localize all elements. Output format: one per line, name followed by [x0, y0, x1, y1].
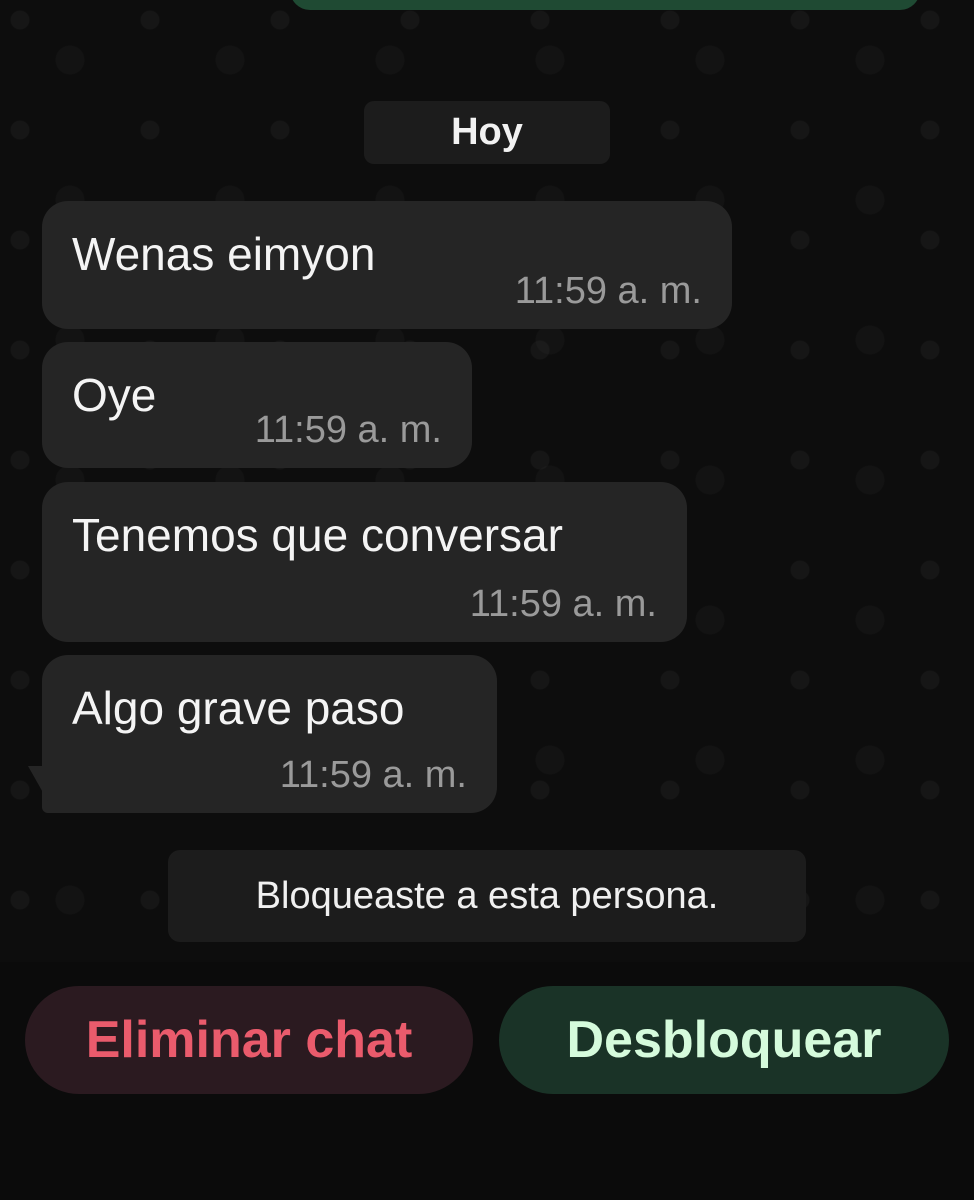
message-time: 11:59 a. m. [279, 754, 467, 796]
sent-message-bubble-partial[interactable] [290, 0, 920, 10]
message-bubble[interactable]: Algo grave paso 11:59 a. m. [42, 655, 497, 813]
blocked-notice: Bloqueaste a esta persona. [168, 850, 806, 942]
blocked-notice-text: Bloqueaste a esta persona. [255, 874, 719, 917]
message-time: 11:59 a. m. [514, 270, 702, 312]
delete-chat-button[interactable]: Eliminar chat [25, 986, 473, 1094]
chat-screen: Hoy Wenas eimyon 11:59 a. m. Oye 11:59 a… [0, 0, 974, 1200]
unblock-label: Desbloquear [566, 1011, 882, 1069]
message-time: 11:59 a. m. [254, 409, 442, 451]
message-text: Wenas eimyon [72, 228, 376, 280]
unblock-button[interactable]: Desbloquear [499, 986, 949, 1094]
message-text: Oye [72, 369, 157, 421]
message-text: Tenemos que conversar [72, 509, 563, 561]
bubble-tail [28, 766, 54, 812]
delete-chat-label: Eliminar chat [85, 1011, 413, 1069]
date-label: Hoy [451, 111, 523, 153]
message-bubble[interactable]: Tenemos que conversar 11:59 a. m. [42, 482, 687, 642]
message-bubble[interactable]: Oye 11:59 a. m. [42, 342, 472, 468]
message-text: Algo grave paso [72, 682, 405, 734]
chat-area[interactable]: Hoy Wenas eimyon 11:59 a. m. Oye 11:59 a… [0, 0, 974, 962]
date-separator: Hoy [364, 101, 610, 164]
message-time: 11:59 a. m. [469, 583, 657, 625]
message-bubble[interactable]: Wenas eimyon 11:59 a. m. [42, 201, 732, 329]
